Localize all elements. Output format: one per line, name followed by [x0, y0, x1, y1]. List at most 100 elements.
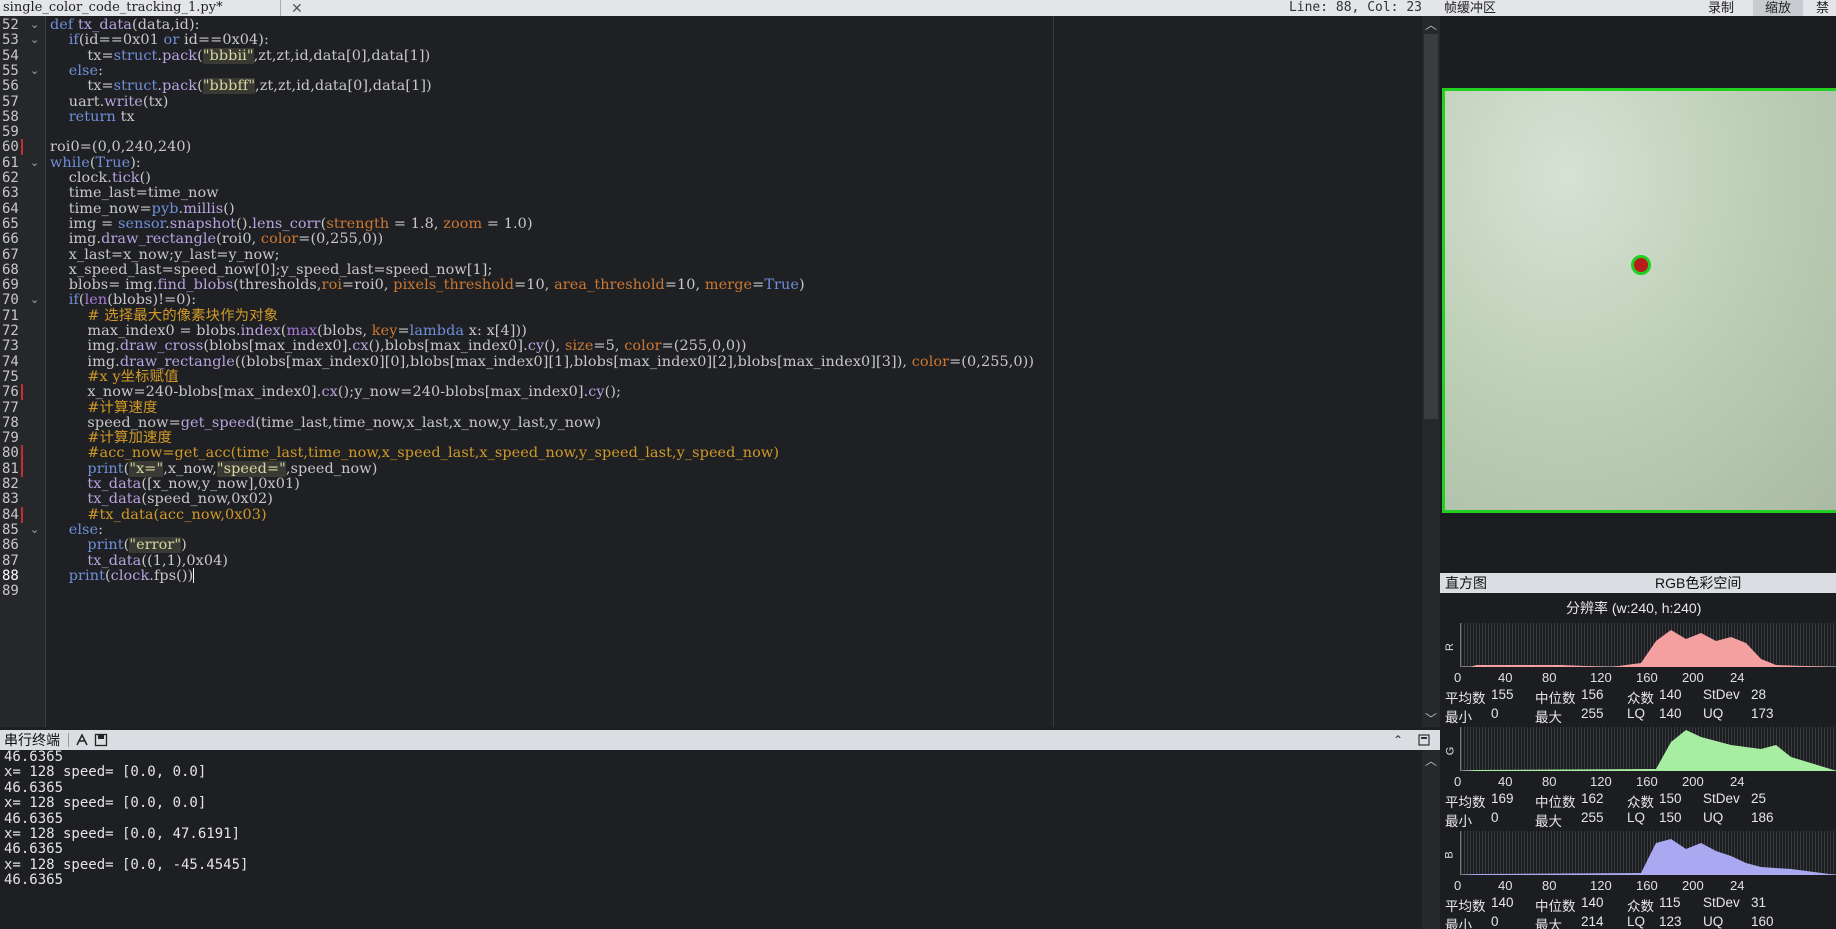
stat-value-mean: 140 — [1491, 895, 1514, 910]
line-number: 89 — [2, 583, 19, 600]
file-tab[interactable]: single_color_code_tracking_1.py* — [3, 0, 223, 16]
axis-tick-label: 40 — [1498, 878, 1513, 893]
zoom-button[interactable]: 缩放 — [1753, 0, 1803, 16]
close-tab-icon[interactable]: ✕ — [291, 0, 303, 16]
scroll-down-icon[interactable]: ﹀ — [1425, 710, 1437, 727]
axis-tick-label: 0 — [1454, 670, 1462, 685]
stat-label-median: 中位数 — [1535, 899, 1576, 914]
stat-value-mean: 155 — [1491, 687, 1514, 702]
stat-label-uq: UQ — [1703, 810, 1724, 825]
histogram-plot — [1460, 831, 1836, 875]
text-cursor — [193, 568, 195, 584]
serial-scroll-up-icon[interactable]: ︿ — [1425, 752, 1437, 769]
editor-scroll-thumb[interactable] — [1424, 34, 1438, 419]
color-space-select[interactable]: RGB色彩空间 — [1655, 573, 1741, 593]
stat-value-mode: 115 — [1659, 895, 1681, 910]
stat-label-max: 最大 — [1535, 918, 1562, 929]
stat-value-max: 214 — [1581, 914, 1604, 929]
stat-value-mode: 150 — [1659, 791, 1682, 806]
code-line[interactable]: 89 — [0, 582, 1422, 600]
histogram-fill — [1461, 630, 1836, 667]
channel-letter: G — [1444, 746, 1457, 756]
channel-letter: B — [1443, 851, 1456, 859]
editor-tab-bar: single_color_code_tracking_1.py* ✕ Line:… — [0, 0, 1440, 16]
stat-value-median: 162 — [1581, 791, 1604, 806]
stat-value-uq: 160 — [1751, 914, 1774, 929]
axis-tick-label: 200 — [1682, 774, 1704, 789]
stat-value-uq: 186 — [1751, 810, 1774, 825]
serial-terminal-title: 串行终端 — [4, 732, 60, 748]
channel-letter: R — [1443, 643, 1456, 651]
stat-value-mode: 140 — [1659, 687, 1682, 702]
histogram-title: 直方图 — [1445, 575, 1487, 591]
tracked-blob-marker — [1631, 255, 1651, 275]
collapse-panel-icon[interactable]: ⌃ — [1393, 730, 1403, 750]
axis-tick-label: 120 — [1590, 774, 1612, 789]
stat-label-mode: 众数 — [1627, 795, 1654, 810]
stat-value-min: 0 — [1491, 810, 1499, 825]
stat-label-stdev: StDev — [1703, 791, 1740, 806]
stat-label-lq: LQ — [1627, 914, 1646, 929]
stat-label-uq: UQ — [1703, 914, 1724, 929]
code-area[interactable]: 52 ⌄ def tx_data(data,id): 53 ⌄ if(id==0x01 … — [0, 16, 1422, 727]
column-ruler — [1053, 16, 1054, 727]
stat-value-stdev: 25 — [1751, 791, 1767, 806]
serial-scrollbar[interactable]: ︿ — [1422, 750, 1440, 929]
histogram-fill — [1461, 839, 1836, 875]
axis-tick-label: 120 — [1590, 878, 1612, 893]
stat-label-stdev: StDev — [1703, 687, 1740, 702]
resolution-label: 分辨率 (w:240, h:240) — [1566, 600, 1702, 616]
tab-divider — [280, 0, 281, 16]
camera-frame — [1442, 88, 1836, 513]
stat-label-mean: 平均数 — [1445, 691, 1486, 706]
histogram-fill — [1461, 730, 1836, 771]
axis-tick-label: 40 — [1498, 670, 1513, 685]
maximize-panel-icon[interactable] — [1418, 734, 1430, 746]
stat-value-lq: 140 — [1659, 706, 1682, 721]
stat-value-lq: 150 — [1659, 810, 1682, 825]
cursor-position: Line: 88, Col: 23 — [1288, 0, 1422, 15]
axis-tick-label: 24 — [1730, 774, 1745, 789]
stat-label-mean: 平均数 — [1445, 899, 1486, 914]
stat-value-min: 0 — [1491, 914, 1499, 929]
serial-line: 46.6365 — [4, 872, 64, 889]
stat-label-max: 最大 — [1535, 814, 1562, 829]
axis-tick-label: 0 — [1454, 878, 1462, 893]
header-divider — [68, 733, 69, 747]
stat-label-stdev: StDev — [1703, 895, 1740, 910]
axis-tick-label: 80 — [1542, 878, 1557, 893]
stat-label-mode: 众数 — [1627, 899, 1654, 914]
axis-tick-label: 200 — [1682, 670, 1704, 685]
axis-tick-label: 80 — [1542, 774, 1557, 789]
framebuffer-title: 帧缓冲区 — [1444, 0, 1497, 15]
framebuffer-view — [1440, 16, 1836, 570]
stat-value-mean: 169 — [1491, 791, 1514, 806]
axis-tick-label: 80 — [1542, 670, 1557, 685]
stat-value-stdev: 28 — [1751, 687, 1767, 702]
framebuffer-header: 帧缓冲区 录制 缩放 禁用 — [1440, 0, 1836, 31]
scroll-up-icon[interactable]: ︿ — [1425, 16, 1437, 33]
axis-tick-label: 40 — [1498, 774, 1513, 789]
stat-label-lq: LQ — [1627, 810, 1646, 825]
openmv-ide-window: single_color_code_tracking_1.py* ✕ Line:… — [0, 0, 1836, 929]
stat-label-mean: 平均数 — [1445, 795, 1486, 810]
axis-tick-label: 0 — [1454, 774, 1462, 789]
stat-label-median: 中位数 — [1535, 795, 1576, 810]
histogram-plot — [1460, 623, 1836, 667]
axis-tick-label: 160 — [1636, 878, 1658, 893]
clear-terminal-icon[interactable] — [75, 733, 89, 747]
stat-label-median: 中位数 — [1535, 691, 1576, 706]
serial-terminal-header: 串行终端 ⌃ — [0, 730, 1440, 750]
stat-label-min: 最小 — [1445, 918, 1472, 929]
stat-value-lq: 123 — [1659, 914, 1682, 929]
serial-terminal-output[interactable]: 46.6365 x= 128 speed= [0.0, 0.0] 46.6365 x=… — [0, 750, 1422, 929]
histogram-body: 分辨率 (w:240, h:240) R 0 40 80 120 160 200 24 平均数 1… — [1440, 593, 1836, 929]
code-editor[interactable]: single_color_code_tracking_1.py* ✕ Line:… — [0, 0, 1440, 727]
save-log-icon[interactable] — [94, 733, 108, 747]
stat-label-lq: LQ — [1627, 706, 1646, 721]
axis-tick-label: 160 — [1636, 670, 1658, 685]
record-button[interactable]: 录制 — [1708, 0, 1734, 16]
axis-tick-label: 200 — [1682, 878, 1704, 893]
stat-value-min: 0 — [1491, 706, 1499, 721]
axis-tick-label: 24 — [1730, 878, 1745, 893]
